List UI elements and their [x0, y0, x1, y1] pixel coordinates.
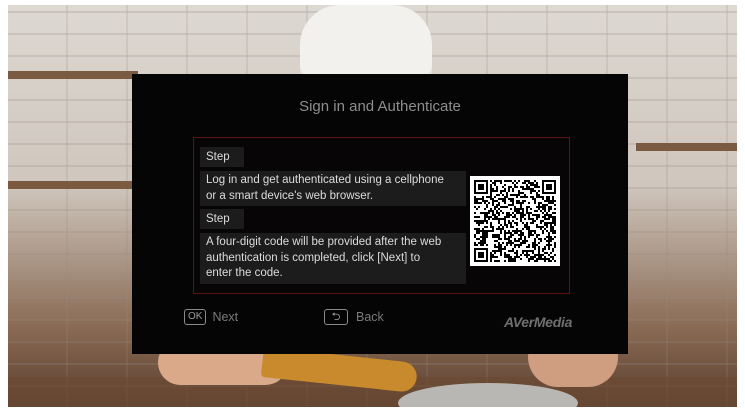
back-label: Back [356, 310, 384, 324]
shelf-right [636, 143, 737, 151]
step-1-text: Log in and get authenticated using a cel… [200, 171, 466, 206]
qr-modules [474, 180, 556, 262]
instructions-box: Step 1 Log in and get authenticated usin… [193, 137, 570, 294]
shelf-left-lower [8, 181, 138, 189]
auth-dialog: Sign in and Authenticate Step 1 Log in a… [132, 74, 628, 354]
return-icon: ⮌ [324, 309, 348, 325]
step-1-line-2: or a smart device's web browser. [206, 189, 374, 202]
step-1-line-1: Log in and get authenticated using a cel… [206, 174, 444, 186]
shelf-left [8, 71, 138, 79]
step-2-line-3: enter the code. [206, 267, 283, 279]
back-button[interactable]: ⮌ Back [324, 307, 384, 327]
step-2-line-1: A four-digit code will be provided after… [206, 236, 442, 248]
step-2-label: Step 2 [200, 209, 244, 245]
step-2-text: A four-digit code will be provided after… [200, 233, 466, 284]
qr-code-graphic [474, 180, 556, 262]
step-1-label: Step 1 [200, 147, 244, 183]
step-2-line-2: authentication is completed, click [Next… [206, 251, 421, 264]
next-label: Next [212, 310, 239, 324]
next-button[interactable]: OK Next [184, 307, 238, 327]
qr-code-icon [470, 176, 560, 266]
avermedia-logo: AVerMedia [504, 314, 573, 330]
ok-key-icon: OK [184, 309, 207, 325]
dialog-title: Sign in and Authenticate [299, 98, 461, 115]
